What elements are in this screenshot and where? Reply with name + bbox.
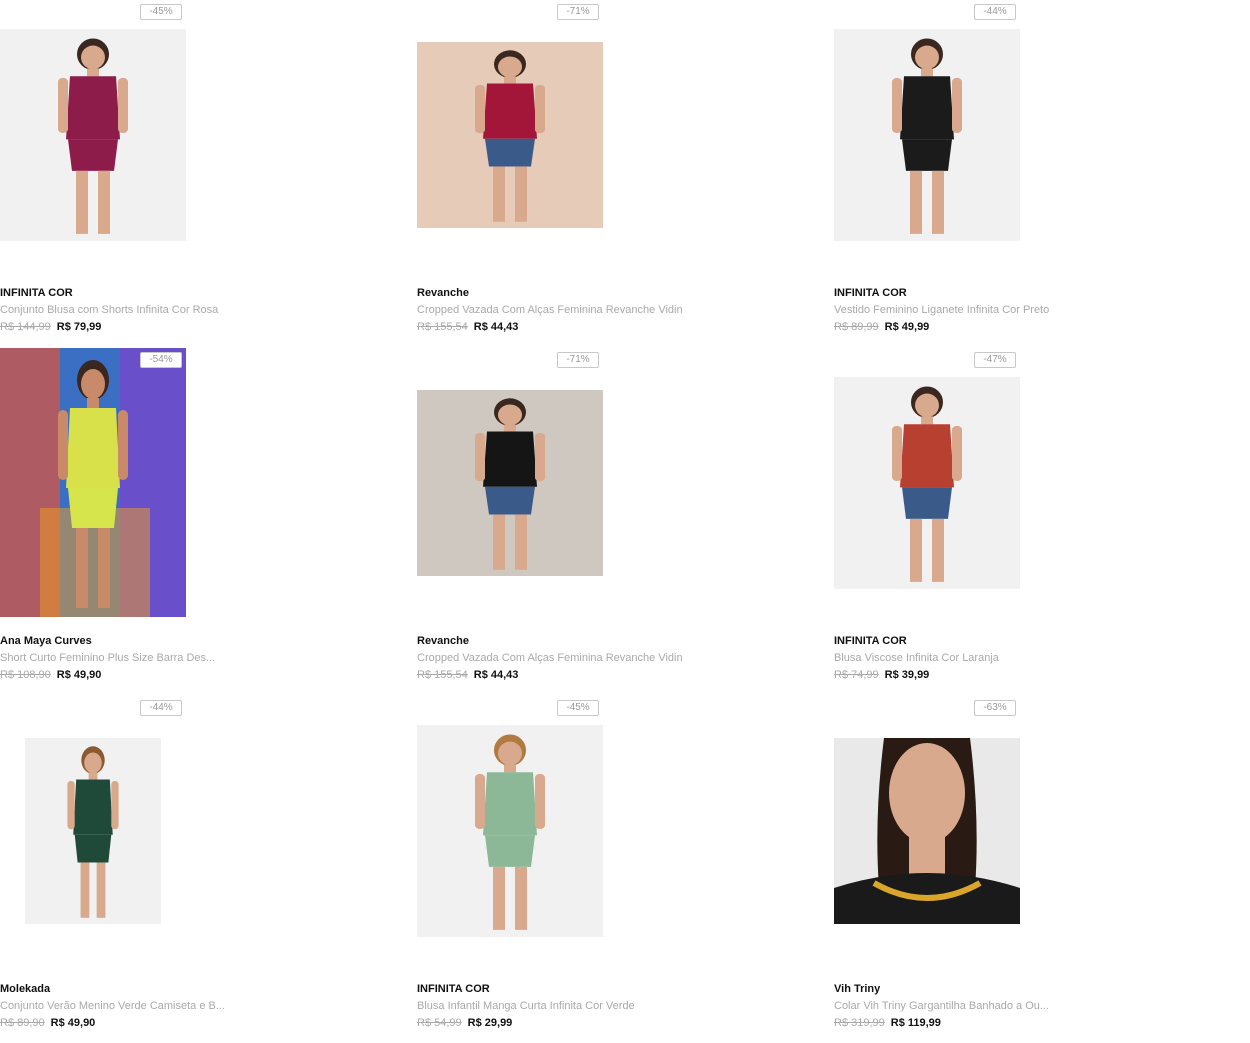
product-prices: R$ 89,90 R$ 49,90 bbox=[0, 1017, 95, 1029]
product-card[interactable]: -63% Vih Triny Colar Vih Triny Gargantilha… bbox=[834, 696, 1154, 1036]
new-price: R$ 44,43 bbox=[473, 321, 519, 333]
discount-badge: -47% bbox=[974, 352, 1016, 368]
discount-badge: -63% bbox=[974, 700, 1016, 716]
product-brand[interactable]: Vih Triny bbox=[834, 983, 880, 995]
product-prices: R$ 74,99 R$ 39,99 bbox=[834, 669, 929, 681]
product-prices: R$ 155,54 R$ 44,43 bbox=[417, 669, 518, 681]
old-price: R$ 74,99 bbox=[834, 669, 879, 681]
new-price: R$ 49,90 bbox=[56, 669, 102, 681]
product-image[interactable] bbox=[0, 348, 186, 617]
product-brand[interactable]: INFINITA COR bbox=[417, 983, 490, 995]
product-image[interactable] bbox=[417, 725, 603, 937]
old-price: R$ 54,99 bbox=[417, 1017, 462, 1029]
new-price: R$ 49,99 bbox=[884, 321, 930, 333]
discount-badge: -71% bbox=[557, 352, 599, 368]
product-name[interactable]: Colar Vih Triny Gargantilha Banhado a Ou… bbox=[834, 1000, 1049, 1012]
discount-badge: -54% bbox=[140, 352, 182, 368]
product-prices: R$ 319,99 R$ 119,99 bbox=[834, 1017, 941, 1029]
product-name[interactable]: Blusa Viscose Infinita Cor Laranja bbox=[834, 652, 999, 664]
product-prices: R$ 144,99 R$ 79,99 bbox=[0, 321, 101, 333]
product-card[interactable]: -71% Revanche Cropped Vazada Com Alças Fem… bbox=[417, 348, 737, 688]
old-price: R$ 108,90 bbox=[0, 669, 51, 681]
product-name[interactable]: Conjunto Verão Menino Verde Camiseta e B… bbox=[0, 1000, 225, 1012]
new-price: R$ 119,99 bbox=[890, 1017, 941, 1029]
new-price: R$ 79,99 bbox=[56, 321, 102, 333]
product-image[interactable] bbox=[417, 390, 603, 576]
product-brand[interactable]: INFINITA COR bbox=[834, 635, 907, 647]
product-card[interactable]: -71% Revanche Cropped Vazada Com Alças Fem… bbox=[417, 0, 737, 340]
product-card[interactable]: -44% INFINITA COR Vestido Feminino Liganet… bbox=[834, 0, 1154, 340]
product-prices: R$ 89,99 R$ 49,99 bbox=[834, 321, 929, 333]
product-brand[interactable]: INFINITA COR bbox=[834, 287, 907, 299]
discount-badge: -45% bbox=[140, 4, 182, 20]
product-image[interactable] bbox=[0, 29, 186, 241]
product-prices: R$ 54,99 R$ 29,99 bbox=[417, 1017, 512, 1029]
product-card[interactable]: -47% INFINITA COR Blusa Viscose Infinita C… bbox=[834, 348, 1154, 688]
product-image[interactable] bbox=[834, 377, 1020, 589]
product-name[interactable]: Conjunto Blusa com Shorts Infinita Cor R… bbox=[0, 304, 218, 316]
new-price: R$ 49,90 bbox=[50, 1017, 96, 1029]
product-card[interactable]: -45% INFINITA COR Blusa Infantil Manga Cur… bbox=[417, 696, 737, 1036]
product-name[interactable]: Vestido Feminino Liganete Infinita Cor P… bbox=[834, 304, 1049, 316]
old-price: R$ 155,54 bbox=[417, 321, 468, 333]
new-price: R$ 44,43 bbox=[473, 669, 519, 681]
product-prices: R$ 155,54 R$ 44,43 bbox=[417, 321, 518, 333]
old-price: R$ 89,90 bbox=[0, 1017, 45, 1029]
discount-badge: -71% bbox=[557, 4, 599, 20]
product-image[interactable] bbox=[417, 42, 603, 228]
product-name[interactable]: Short Curto Feminino Plus Size Barra Des… bbox=[0, 652, 215, 664]
discount-badge: -44% bbox=[140, 700, 182, 716]
product-prices: R$ 108,90 R$ 49,90 bbox=[0, 669, 101, 681]
product-card[interactable]: -54% Ana Maya Curves Short Curto Feminino … bbox=[0, 348, 320, 688]
new-price: R$ 39,99 bbox=[884, 669, 930, 681]
product-brand[interactable]: Revanche bbox=[417, 287, 469, 299]
discount-badge: -44% bbox=[974, 4, 1016, 20]
product-brand[interactable]: Ana Maya Curves bbox=[0, 635, 92, 647]
product-image[interactable] bbox=[25, 738, 161, 924]
old-price: R$ 144,99 bbox=[0, 321, 51, 333]
product-brand[interactable]: Revanche bbox=[417, 635, 469, 647]
old-price: R$ 89,99 bbox=[834, 321, 879, 333]
product-name[interactable]: Blusa Infantil Manga Curta Infinita Cor … bbox=[417, 1000, 635, 1012]
old-price: R$ 319,99 bbox=[834, 1017, 885, 1029]
old-price: R$ 155,54 bbox=[417, 669, 468, 681]
product-image[interactable] bbox=[834, 29, 1020, 241]
discount-badge: -45% bbox=[557, 700, 599, 716]
product-name[interactable]: Cropped Vazada Com Alças Feminina Revanc… bbox=[417, 304, 683, 316]
product-brand[interactable]: Molekada bbox=[0, 983, 50, 995]
new-price: R$ 29,99 bbox=[467, 1017, 513, 1029]
product-name[interactable]: Cropped Vazada Com Alças Feminina Revanc… bbox=[417, 652, 683, 664]
product-card[interactable]: -45% INFINITA COR Conjunto Blusa com Short… bbox=[0, 0, 320, 340]
product-brand[interactable]: INFINITA COR bbox=[0, 287, 73, 299]
product-image[interactable] bbox=[834, 738, 1020, 924]
product-card[interactable]: -44% Molekada Conjunto Verão Menino Verde … bbox=[0, 696, 320, 1036]
